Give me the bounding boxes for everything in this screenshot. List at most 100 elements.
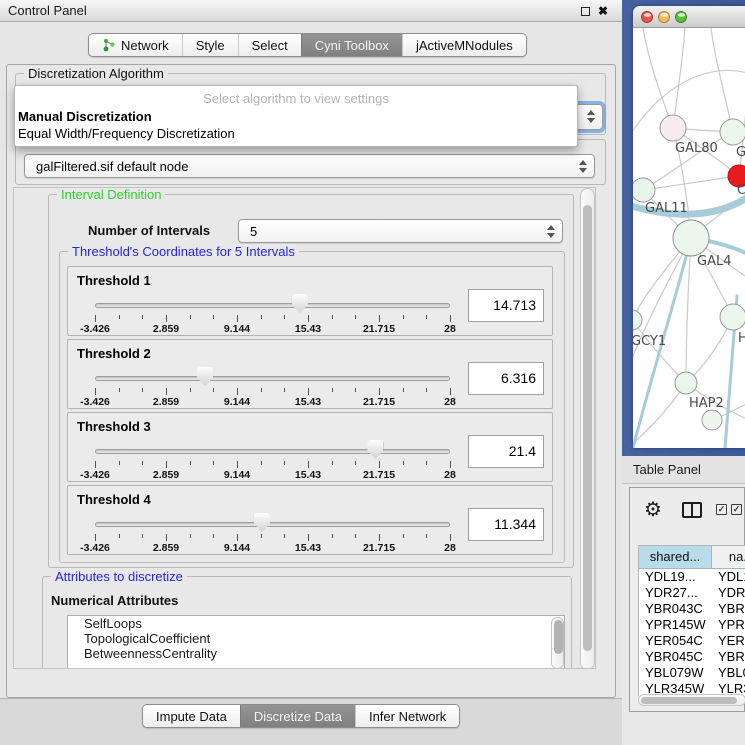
network-canvas[interactable]: GAL80GCGAL11GAL4GCY1HHAP2 (633, 28, 745, 448)
combo-stepper-icon (586, 109, 595, 124)
column-header-shared[interactable]: shared... (639, 546, 712, 569)
network-node[interactable] (720, 304, 745, 330)
attributes-list-scrollbar-thumb[interactable] (554, 620, 563, 654)
network-node[interactable] (702, 410, 722, 430)
attribute-item-selfloops[interactable]: SelfLoops (68, 616, 564, 631)
table-cell: YER0 (712, 633, 745, 649)
select-columns-checkbox-icon[interactable]: ✓ (731, 504, 742, 515)
slider-tick (237, 388, 238, 395)
close-icon[interactable]: ✖ (596, 5, 610, 19)
threshold-3-value-field[interactable]: 21.4 (468, 435, 544, 468)
table-cell: YBR045C (639, 649, 712, 665)
tab-cyni-toolbox[interactable]: Cyni Toolbox (301, 34, 402, 56)
tab-discretize-data[interactable]: Discretize Data (240, 705, 355, 727)
slider-tick (190, 534, 191, 538)
attributes-list-scrollbar[interactable] (551, 617, 564, 669)
network-node[interactable] (633, 178, 655, 202)
gear-icon[interactable]: ⚙ (644, 497, 662, 522)
slider-tick-label: -3.426 (80, 396, 110, 408)
numerical-attributes-list[interactable]: SelfLoopsTopologicalCoefficientBetweenne… (67, 615, 565, 669)
network-edge (643, 28, 673, 128)
slider-tick (213, 388, 214, 392)
tab-jactivemnodules[interactable]: jActiveMNodules (402, 34, 526, 56)
table-cell: YBL079W (639, 665, 712, 681)
table-row[interactable]: YDR27...YDR2 (639, 585, 745, 601)
number-of-intervals-combobox[interactable]: 5 (238, 219, 563, 243)
network-node[interactable] (633, 310, 642, 330)
tab-network[interactable]: Network (89, 34, 182, 56)
table-body: YDL19...YDL1YDR27...YDR2YBR043CYBR0YPR14… (639, 569, 745, 696)
table-cell: YBR0 (712, 649, 745, 665)
threshold-2-slider-thumb[interactable] (197, 367, 213, 386)
table-horizontal-scrollbar-thumb[interactable] (641, 697, 737, 704)
tab-impute-data[interactable]: Impute Data (143, 705, 240, 727)
zoom-traffic-light-icon[interactable] (675, 11, 687, 23)
table-row[interactable]: YER054CYER0 (639, 633, 745, 649)
table-data-combobox[interactable]: galFiltered.sif default node (24, 154, 595, 178)
slider-tick (332, 315, 333, 319)
table-cell: YPR145W (639, 617, 712, 633)
table-horizontal-scrollbar[interactable] (638, 694, 745, 706)
split-columns-icon[interactable] (682, 502, 702, 518)
slider-tick (284, 388, 285, 392)
settings-scrollbar[interactable] (580, 188, 595, 669)
slider-tick-label: 21.715 (363, 542, 395, 554)
network-window-titlebar[interactable] (633, 6, 745, 28)
tab-style[interactable]: Style (182, 34, 238, 56)
attribute-item-topologicalcoefficient[interactable]: TopologicalCoefficient (68, 631, 564, 646)
slider-tick-label: 28 (444, 323, 456, 335)
popup-item-manual-discretization[interactable]: Manual Discretization (15, 108, 577, 125)
table-row[interactable]: YBL079WYBL0 (639, 665, 745, 681)
algorithm-popup-items: Manual DiscretizationEqual Width/Frequen… (15, 108, 577, 142)
close-traffic-light-icon[interactable] (641, 11, 653, 23)
table-row[interactable]: YBR045CYBR0 (639, 649, 745, 665)
slider-tick (119, 461, 120, 465)
tab-select[interactable]: Select (238, 34, 301, 56)
slider-tick (119, 534, 120, 538)
minimize-traffic-light-icon[interactable] (658, 11, 670, 23)
network-node[interactable] (675, 372, 697, 394)
threshold-4-value-field[interactable]: 11.344 (468, 508, 544, 541)
threshold-3-slider-thumb[interactable] (367, 440, 383, 459)
float-window-icon[interactable] (578, 5, 592, 19)
popup-item-equal-width-frequency-discretization[interactable]: Equal Width/Frequency Discretization (15, 125, 577, 142)
slider-tick (237, 315, 238, 322)
slider-tick-label: 9.144 (224, 396, 250, 408)
threshold-4-panel: Threshold 4-3.4262.8599.14415.4321.71528… (67, 485, 553, 555)
tab-infer-network[interactable]: Infer Network (355, 705, 459, 727)
threshold-3-slider-track[interactable] (95, 449, 450, 454)
threshold-1-slider-thumb[interactable] (292, 294, 308, 313)
slider-tick-label: 28 (444, 469, 456, 481)
slider-tick (190, 461, 191, 465)
column-header-na[interactable]: na... (712, 546, 745, 569)
settings-scroll-area: Interval Definition Number of Intervals … (13, 187, 596, 669)
slider-tick (403, 315, 404, 319)
threshold-4-slider-track[interactable] (95, 522, 450, 527)
settings-scrollbar-thumb[interactable] (583, 205, 592, 651)
number-of-intervals-value: 5 (250, 224, 257, 239)
table-panel-toolbar: ⚙ ✓ ✓ (630, 490, 745, 532)
slider-tick (355, 461, 356, 465)
threshold-4-slider-thumb[interactable] (254, 513, 270, 532)
table-row[interactable]: YBR043CYBR0 (639, 601, 745, 617)
threshold-2-slider-track[interactable] (95, 376, 450, 381)
slider-tick-label: 9.144 (224, 469, 250, 481)
table-row[interactable]: YPR145WYPR1 (639, 617, 745, 633)
tab-label: Style (196, 38, 225, 53)
network-node[interactable] (720, 119, 745, 145)
select-all-checkbox-icon[interactable]: ✓ (716, 504, 727, 515)
slider-tick (308, 534, 309, 541)
threshold-1-slider-track[interactable] (95, 303, 450, 308)
network-node[interactable] (673, 220, 709, 256)
table-row[interactable]: YDL19...YDL1 (639, 569, 745, 585)
threshold-1-value-field[interactable]: 14.713 (468, 289, 544, 322)
threshold-2-value-field[interactable]: 6.316 (468, 362, 544, 395)
slider-tick (450, 388, 451, 395)
network-edge (643, 176, 739, 190)
network-node[interactable] (660, 115, 686, 141)
table-cell: YBR0 (712, 601, 745, 617)
attribute-item-betweennesscentrality[interactable]: BetweennessCentrality (68, 646, 564, 661)
slider-tick (403, 461, 404, 465)
slider-tick (190, 315, 191, 319)
threshold-4-label: Threshold 4 (77, 492, 151, 507)
